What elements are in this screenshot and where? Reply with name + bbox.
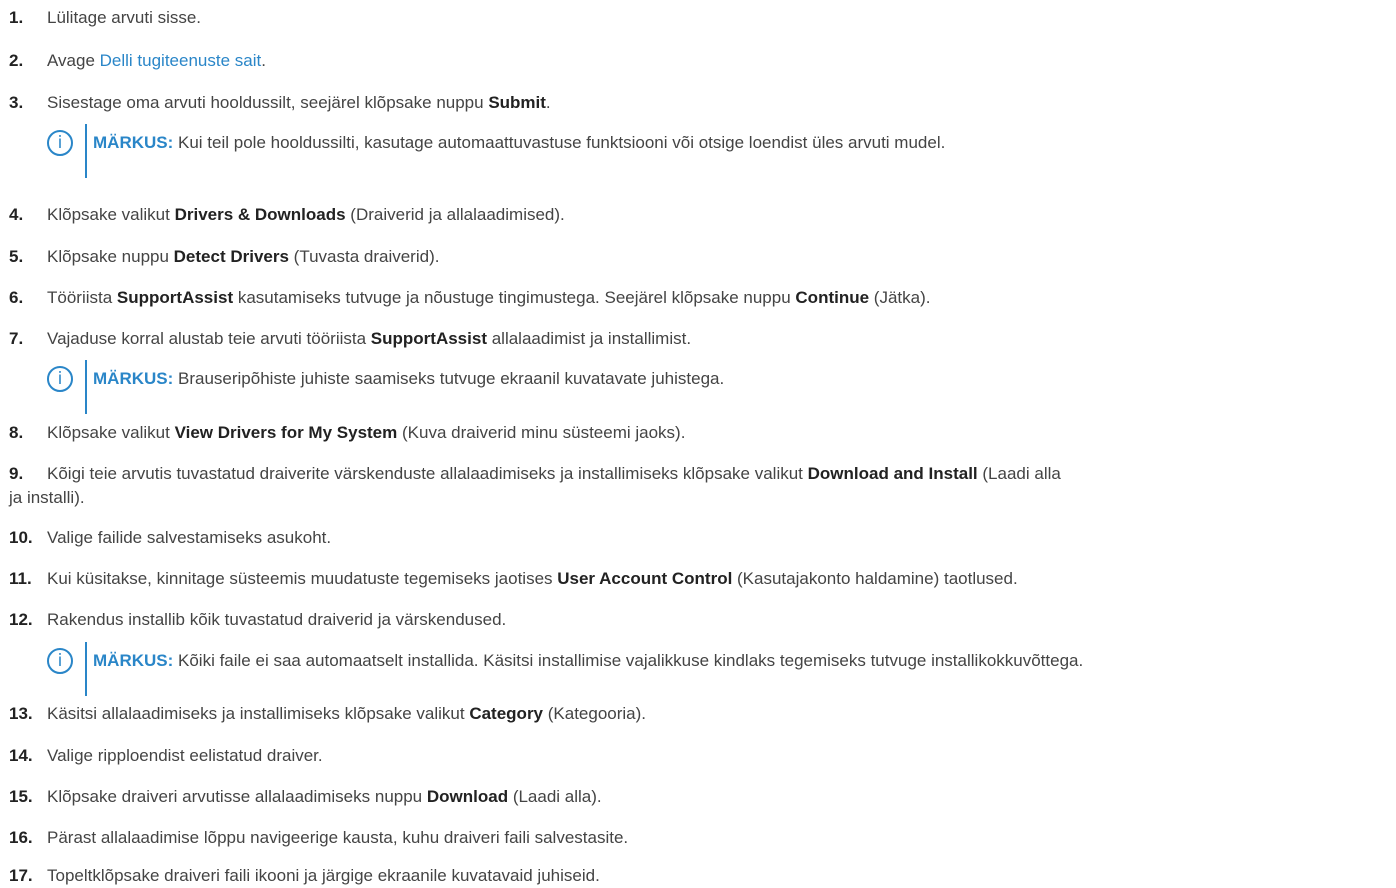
step-number: 15. — [9, 787, 33, 806]
note-label: MÄRKUS: — [93, 651, 174, 670]
ui-term: Drivers & Downloads — [174, 205, 346, 224]
step-text: . — [261, 51, 266, 70]
step-text: Klõpsake nuppu — [47, 247, 174, 266]
step-text: Rakendus installib kõik tuvastatud draiv… — [47, 610, 507, 629]
step-number: 17. — [9, 866, 33, 885]
step-text-continuation: ja installi). — [9, 488, 85, 507]
step-text: Käsitsi allalaadimiseks ja installimisek… — [47, 704, 470, 723]
ui-term: User Account Control — [557, 569, 733, 588]
step-text: allalaadimist ja installimist. — [486, 329, 692, 348]
step-text: Kui küsitakse, kinnitage süsteemis muuda… — [47, 569, 558, 588]
step-text: Valige ripploendist eelistatud draiver. — [47, 746, 323, 765]
ui-term: Continue — [795, 288, 870, 307]
step-text: (Tuvasta draiverid). — [288, 247, 440, 266]
step-text: Klõpsake draiveri arvutisse allalaadimis… — [47, 787, 427, 806]
ui-term: Download — [426, 787, 509, 806]
ui-term: View Drivers for My System — [174, 423, 398, 442]
ui-term: SupportAssist — [116, 288, 234, 307]
step-text: Sisestage oma arvuti hooldussilt, seejär… — [47, 93, 489, 112]
step-text: Avage — [47, 51, 100, 70]
step-text: Tööriista — [47, 288, 117, 307]
step-text: Valige failide salvestamiseks asukoht. — [47, 528, 332, 547]
note-label: MÄRKUS: — [93, 369, 174, 388]
step-text: Vajaduse korral alustab teie arvuti töör… — [47, 329, 371, 348]
info-icon: i — [47, 366, 73, 392]
step-number: 9. — [9, 464, 24, 483]
step-number: 2. — [9, 51, 24, 70]
note-text: Brauseripõhiste juhiste saamiseks tutvug… — [173, 369, 725, 388]
step-number: 11. — [9, 569, 32, 588]
note-text: Kõiki faile ei saa automaatselt installi… — [173, 651, 1084, 670]
ui-term: Download and Install — [807, 464, 978, 483]
step-text: Topeltklõpsake draiveri faili ikooni ja … — [47, 866, 600, 885]
step-number: 5. — [9, 247, 24, 266]
step-number: 1. — [9, 8, 24, 27]
step-number: 16. — [9, 828, 33, 847]
ui-term: SupportAssist — [370, 329, 487, 348]
ui-term: Submit — [488, 93, 546, 112]
dell-support-link[interactable]: Delli tugiteenuste sait — [100, 51, 262, 70]
step-number: 12. — [9, 610, 33, 629]
step-text: (Jätka). — [869, 288, 931, 307]
step-number: 6. — [9, 288, 24, 307]
step-number: 8. — [9, 423, 24, 442]
step-number: 7. — [9, 329, 24, 348]
step-number: 4. — [9, 205, 24, 224]
step-text: Lülitage arvuti sisse. — [47, 8, 202, 27]
step-number: 14. — [9, 746, 33, 765]
note-box: i MÄRKUS: Kõiki faile ei saa automaatsel… — [47, 642, 1392, 696]
step-text: kasutamiseks tutvuge ja nõustuge tingimu… — [233, 288, 796, 307]
note-text: Kui teil pole hooldussilti, kasutage aut… — [173, 133, 946, 152]
step-text: (Kasutajakonto haldamine) taotlused. — [732, 569, 1018, 588]
note-box: i MÄRKUS: Brauseripõhiste juhiste saamis… — [47, 360, 1392, 414]
ui-term: Category — [469, 704, 544, 723]
step-text: Pärast allalaadimise lõppu navigeerige k… — [47, 828, 629, 847]
step-text: (Draiverid ja allalaadimised). — [345, 205, 565, 224]
info-icon: i — [47, 130, 73, 156]
ui-term: Detect Drivers — [173, 247, 289, 266]
note-box: i MÄRKUS: Kui teil pole hooldussilti, ka… — [47, 124, 1392, 178]
step-text: Klõpsake valikut — [47, 205, 175, 224]
step-text: Klõpsake valikut — [47, 423, 175, 442]
note-divider — [85, 642, 87, 696]
step-text: (Laadi alla). — [508, 787, 602, 806]
step-number: 3. — [9, 93, 24, 112]
note-label: MÄRKUS: — [93, 133, 174, 152]
step-number: 13. — [9, 704, 33, 723]
step-text: (Laadi alla — [977, 464, 1061, 483]
note-divider — [85, 360, 87, 414]
info-icon: i — [47, 648, 73, 674]
instructions-document: 1. Lülitage arvuti sisse. 2. Avage Delli… — [0, 0, 1396, 885]
step-text: (Kategooria). — [543, 704, 647, 723]
note-divider — [85, 124, 87, 178]
step-text: (Kuva draiverid minu süsteemi jaoks). — [397, 423, 686, 442]
step-text: . — [545, 93, 551, 112]
step-number: 10. — [9, 528, 33, 547]
step-text: Kõigi teie arvutis tuvastatud draiverite… — [47, 464, 808, 483]
